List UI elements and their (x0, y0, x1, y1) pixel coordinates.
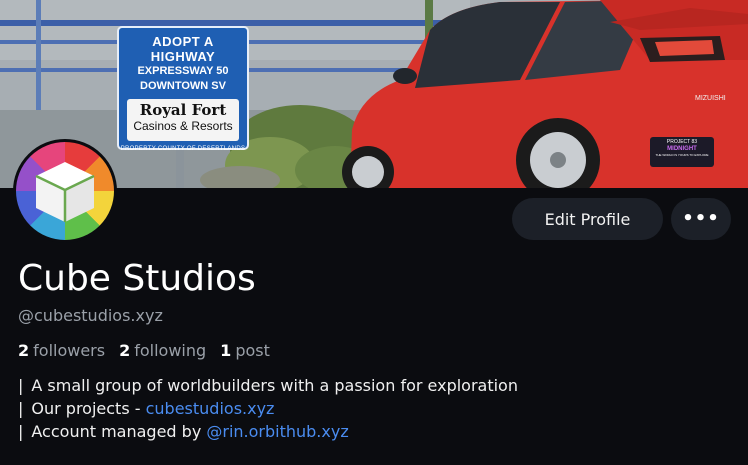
more-options-button[interactable]: ••• (671, 198, 731, 240)
bio-line-1-text: A small group of worldbuilders with a pa… (31, 376, 518, 395)
bio-line-2: | Our projects - cubestudios.xyz (18, 397, 518, 420)
bio-line-3-text: Account managed by (31, 422, 207, 441)
sign-line-3: DOWNTOWN SV (140, 80, 226, 92)
sign-line-2: EXPRESSWAY 50 (137, 65, 229, 77)
bio-bar: | (18, 376, 24, 395)
bio-line-3: | Account managed by @rin.orbithub.xyz (18, 420, 518, 443)
profile-handle: @cubestudios.xyz (18, 306, 163, 325)
profile-display-name: Cube Studios (18, 258, 256, 299)
manager-mention-link[interactable]: @rin.orbithub.xyz (206, 422, 348, 441)
cube-logo-icon (35, 162, 95, 222)
bio-line-1: | A small group of worldbuilders with a p… (18, 374, 518, 397)
plate-bottom-text: THE WORLD IS YOURS TO EXPLORE (655, 153, 709, 157)
sign-sponsor-sub: Casinos & Resorts (133, 119, 233, 133)
profile-stats: 2 followers 2 following 1 post (18, 341, 284, 360)
car-badge-text: MIZUISHI (695, 95, 726, 102)
more-dots-icon: ••• (682, 208, 720, 229)
following-count: 2 (119, 341, 131, 360)
posts-count: 1 (220, 341, 232, 360)
posts-stat: 1 post (220, 341, 270, 360)
sign-post (176, 150, 184, 188)
followers-label: followers (33, 341, 106, 360)
license-plate: PROJECT 83 MIDNIGHT THE WORLD IS YOURS T… (652, 139, 712, 158)
edit-profile-button[interactable]: Edit Profile (512, 198, 663, 240)
following-stat[interactable]: 2 following (119, 341, 206, 360)
avatar[interactable] (13, 139, 117, 243)
sign-sponsor-plate: Royal Fort Casinos & Resorts (127, 99, 239, 141)
followers-count: 2 (18, 341, 30, 360)
profile-bio: | A small group of worldbuilders with a p… (18, 374, 518, 443)
sign-line-1: ADOPT A HIGHWAY (150, 34, 216, 64)
posts-label: post (235, 341, 270, 360)
following-label: following (134, 341, 207, 360)
plate-top-text: PROJECT 83 (666, 139, 698, 145)
sign-sponsor-name: Royal Fort (139, 101, 227, 119)
bio-bar: | (18, 399, 24, 418)
projects-link[interactable]: cubestudios.xyz (146, 399, 275, 418)
bio-bar: | (18, 422, 24, 441)
adopt-a-highway-sign: ADOPT A HIGHWAY EXPRESSWAY 50 DOWNTOWN S… (117, 26, 249, 152)
bio-line-2-text: Our projects - (31, 399, 146, 418)
followers-stat[interactable]: 2 followers (18, 341, 105, 360)
plate-mid-text: MIDNIGHT (667, 146, 697, 152)
